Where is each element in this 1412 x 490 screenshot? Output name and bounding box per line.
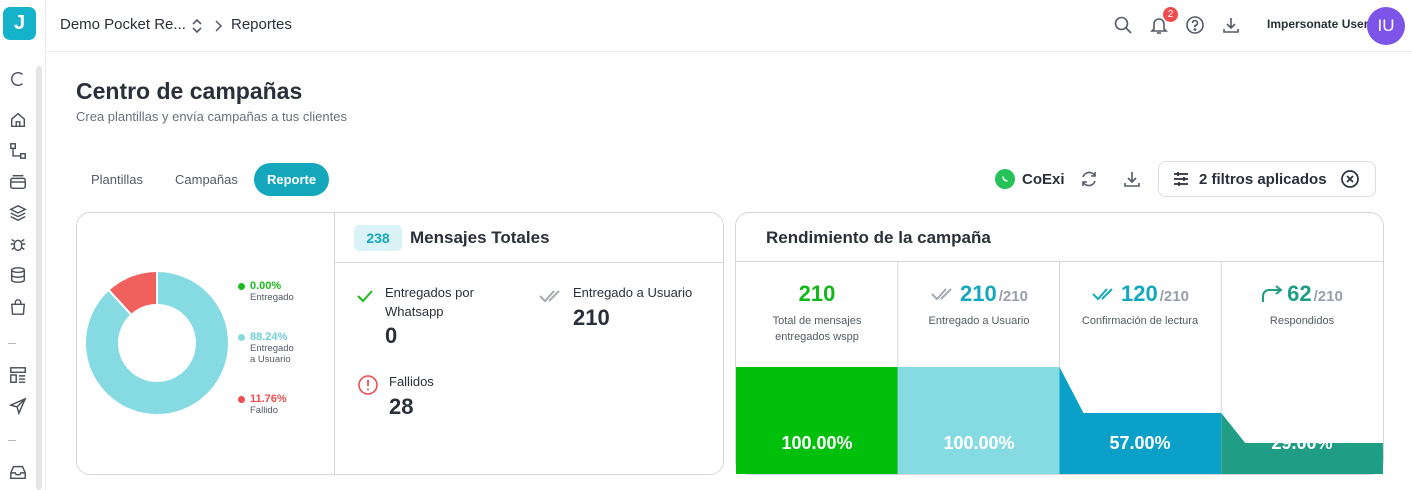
breadcrumb-current-page: Reportes [231,16,292,33]
notification-badge: 2 [1163,7,1178,22]
perf-total-label: Total de mensajes entregados wspp [772,315,862,343]
layers-icon[interactable] [8,203,28,223]
channel-label: CoExi [1022,170,1065,188]
database-icon[interactable] [8,265,28,285]
home-icon[interactable] [8,110,28,130]
delivered-user-value: 210 [573,305,610,330]
sidebar-divider [8,440,16,441]
clear-filters-icon[interactable] [1340,169,1360,189]
perf-replied-pct: 29.00% [1271,433,1333,453]
app-logo[interactable]: J [3,7,36,40]
perf-delivered-pct: 100.00% [943,433,1015,453]
legend-fallido: 11.76% Fallido [238,394,287,416]
alert-icon [358,375,378,395]
tab-reporte[interactable]: Reporte [254,163,330,196]
filters-label: 2 filtros aplicados [1199,170,1327,188]
legend-entregado-usuario: 88.24% Entregado a Usuario [238,332,294,365]
perf-replied-label: Respondidos [1269,315,1335,327]
sliders-icon [1174,172,1188,186]
perf-read-label: Confirmación de lectura [1081,315,1199,327]
sidebar: J [0,0,46,490]
flow-icon[interactable] [8,141,28,161]
bug-icon[interactable] [8,234,28,254]
card-divider [335,262,723,263]
refresh-icon[interactable] [8,69,28,89]
perf-col-delivered: 210/210 Entregado a Usuario 100.00% [898,261,1060,474]
failed-label: Fallidos [389,374,434,389]
total-count-badge: 238 [354,225,402,251]
delivered-whatsapp-value: 0 [385,323,398,348]
layout-icon[interactable] [8,365,28,385]
send-icon[interactable] [8,396,28,416]
chevron-right-icon [215,20,223,32]
bag-icon[interactable] [8,297,28,317]
whatsapp-icon [995,169,1015,189]
chevron-updown-icon[interactable] [190,17,204,35]
perf-delivered-value: 210 [960,281,997,306]
inbox-stack-icon[interactable] [8,172,28,192]
check-icon [357,290,373,303]
performance-title: Rendimiento de la campaña [766,228,991,247]
legend-entregado: 0.00% Entregado [238,281,294,303]
reply-arrow-icon [1262,285,1283,302]
tab-plantillas[interactable]: Plantillas [78,163,156,196]
delivered-whatsapp-label: Entregados por Whatsapp [385,285,474,319]
page-subtitle: Crea plantillas y envía campañas a tus c… [76,109,347,124]
perf-delivered-label: Entregado a Usuario [928,315,1030,327]
sidebar-scrollbar[interactable] [36,66,42,490]
page-title: Centro de campañas [76,78,303,104]
perf-total-value: 210 [798,281,836,306]
search-icon[interactable] [1112,14,1134,36]
perf-read-value: 120 [1121,281,1158,306]
card-divider [334,213,335,474]
avatar[interactable]: IU [1367,7,1405,45]
perf-total-pct: 100.00% [781,433,853,453]
delivered-user-label: Entregado a Usuario [573,285,693,300]
perf-col-total: 210 Total de mensajes entregados wspp 10… [736,261,898,474]
channel-selector[interactable]: CoExi [995,169,1065,189]
download-icon[interactable] [1220,14,1242,36]
double-check-icon [539,290,560,303]
failed-value: 28 [389,394,414,419]
tab-campanas[interactable]: Campañas [162,163,251,196]
help-icon[interactable] [1184,14,1206,36]
perf-replied-value: 62 [1287,281,1312,306]
perf-read-pct: 57.00% [1109,433,1171,453]
totals-title: Mensajes Totales [410,228,550,247]
tray-icon[interactable] [8,462,28,482]
download-icon[interactable] [1122,169,1144,191]
user-name[interactable]: Impersonate User [1267,17,1368,31]
double-check-icon [931,288,952,301]
double-check-blue-icon [1092,288,1113,301]
sidebar-divider [8,343,16,344]
perf-col-read: 120/210 Confirmación de lectura 57.00% [1059,261,1221,474]
donut-chart [84,269,230,416]
perf-col-replied: 62/210 Respondidos 29.00% [1221,261,1383,474]
refresh-icon[interactable] [1079,169,1101,191]
filters-button[interactable]: 2 filtros aplicados [1158,161,1376,197]
workspace-selector[interactable]: Demo Pocket Re... [60,16,186,33]
